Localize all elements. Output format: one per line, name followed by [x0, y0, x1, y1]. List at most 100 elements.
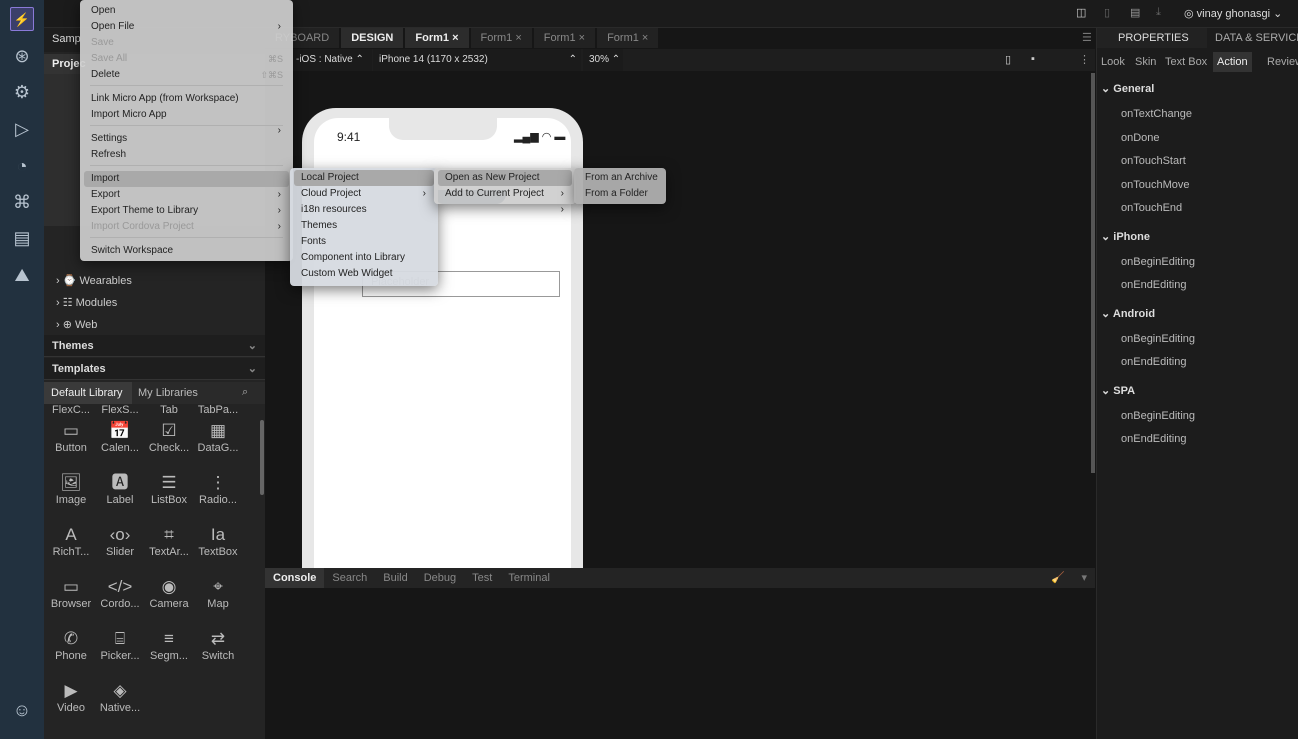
menu-item-themes[interactable]: Themes: [294, 218, 434, 234]
documents-icon[interactable]: ▤: [10, 226, 34, 250]
event-item[interactable]: onTextChange: [1121, 108, 1192, 120]
widget-item[interactable]: ‹o› Slider: [95, 524, 145, 558]
section-header[interactable]: ⌄ iPhone: [1101, 230, 1150, 243]
projects-icon[interactable]: ⊛: [10, 44, 34, 68]
tab-form1[interactable]: Form1 ×: [470, 28, 532, 48]
menu-item-from-a-folder[interactable]: From a Folder: [578, 186, 662, 202]
user-menu[interactable]: ◎ vinay ghonasgi ⌄: [1184, 7, 1282, 20]
tab-my-libraries[interactable]: My Libraries: [138, 387, 198, 399]
section-header[interactable]: ⌄ Android: [1101, 307, 1155, 320]
widget-item[interactable]: ☰ ListBox: [144, 472, 194, 506]
device-frame-icon[interactable]: ▪: [1031, 53, 1035, 65]
search-icon[interactable]: ⌕: [242, 386, 248, 399]
tree-item-web[interactable]: › ⊕ Web: [56, 318, 97, 331]
download-icon[interactable]: ⤓: [1156, 6, 1161, 19]
run-icon[interactable]: ▷: [10, 117, 34, 141]
widget-item[interactable]: ◈ Native...: [95, 680, 145, 714]
widget-item[interactable]: A RichT...: [46, 524, 96, 558]
event-item[interactable]: onTouchStart: [1121, 155, 1186, 167]
device-select[interactable]: iPhone 14 (1170 x 2532) ⌃: [373, 49, 581, 71]
tab-form1[interactable]: Form1 ×: [533, 28, 596, 48]
widget-item[interactable]: TabPa...: [193, 404, 243, 416]
menu-item-component-into-library[interactable]: Component into Library: [294, 250, 434, 266]
tab-build[interactable]: Build: [375, 568, 415, 588]
section-header[interactable]: ⌄ General: [1101, 82, 1154, 95]
event-item[interactable]: onDone: [1121, 132, 1160, 144]
subtab-skin[interactable]: Skin: [1131, 52, 1160, 72]
widget-item[interactable]: ▭ Button: [46, 420, 96, 454]
widget-item[interactable]: ☑ Check...: [144, 420, 194, 454]
tab-form1[interactable]: Form1 ×: [597, 28, 659, 48]
widget-item[interactable]: ▦ DataG...: [193, 420, 243, 454]
menu-item-fonts[interactable]: Fonts: [294, 234, 434, 250]
tree-item-wearables[interactable]: › ⌚ Wearables: [56, 274, 132, 287]
menu-item-refresh[interactable]: Refresh: [84, 147, 289, 163]
templates-section[interactable]: Templates ⌄: [44, 358, 265, 380]
menu-item-import-cordova-project[interactable]: Import Cordova Project: [84, 219, 289, 235]
menu-item-save-all[interactable]: Save All ⇧⌘S: [84, 51, 289, 80]
split-view-icon[interactable]: ◫: [1076, 6, 1086, 19]
subtab-text-box[interactable]: Text Box: [1161, 52, 1211, 72]
menu-item-delete[interactable]: Delete: [84, 67, 289, 83]
widget-item[interactable]: </> Cordo...: [95, 576, 145, 610]
widget-item[interactable]: 🅰 Label: [95, 472, 145, 506]
tree-item-modules[interactable]: › ☷ Modules: [56, 296, 117, 309]
widget-item[interactable]: FlexS...: [95, 404, 145, 416]
widget-item[interactable]: FlexC...: [46, 404, 96, 416]
clear-icon[interactable]: 🧹: [1051, 571, 1065, 584]
widget-item[interactable]: ▶ Video: [46, 680, 96, 714]
menu-item-switch-workspace[interactable]: Switch Workspace: [84, 243, 289, 259]
subtab-look[interactable]: Look: [1097, 52, 1129, 72]
widget-item[interactable]: 📅 Calen...: [95, 420, 145, 454]
tab-design[interactable]: DESIGN: [341, 28, 404, 48]
menu-item-open-as-new-project[interactable]: Open as New Project ›: [438, 170, 572, 199]
tab-test[interactable]: Test: [464, 568, 500, 588]
menu-item-from-an-archive[interactable]: From an Archive: [578, 170, 662, 186]
event-item[interactable]: onEndEditing: [1121, 279, 1186, 291]
tab-terminal[interactable]: Terminal: [500, 568, 558, 588]
panel-resizer[interactable]: [1091, 73, 1095, 473]
widget-item[interactable]: ⇄ Switch: [193, 628, 243, 662]
project-tab[interactable]: Samp: [52, 33, 81, 45]
subtab-action[interactable]: Action: [1213, 52, 1252, 72]
event-item[interactable]: onBeginEditing: [1121, 410, 1195, 422]
section-header[interactable]: ⌄ SPA: [1101, 384, 1135, 397]
portrait-icon[interactable]: ▯: [1005, 53, 1011, 66]
widget-item[interactable]: ⌸ Picker...: [95, 628, 145, 662]
event-item[interactable]: onTouchEnd: [1121, 202, 1182, 214]
widget-item[interactable]: ✆ Phone: [46, 628, 96, 662]
event-item[interactable]: onEndEditing: [1121, 356, 1186, 368]
event-item[interactable]: onBeginEditing: [1121, 333, 1195, 345]
tab-console[interactable]: Console: [265, 568, 325, 588]
menu-item-open[interactable]: Open ›: [84, 3, 289, 32]
tab-search[interactable]: Search: [324, 568, 375, 588]
menu-item-i18n-resources[interactable]: i18n resources: [294, 202, 434, 218]
performance-icon[interactable]: ◔: [10, 154, 34, 178]
menu-item-import[interactable]: Import ›: [84, 171, 289, 200]
mobile-icon[interactable]: ▯: [1104, 6, 1110, 19]
tab-form1[interactable]: Form1 ×: [405, 28, 469, 48]
menu-item-export[interactable]: Export ›: [84, 187, 289, 216]
cloud-icon[interactable]: ⛰: [10, 263, 34, 287]
tab-data-services[interactable]: DATA & SERVICE: [1215, 28, 1298, 48]
widget-item[interactable]: ⋮ Radio...: [193, 472, 243, 506]
menu-item-save[interactable]: Save ⌘S: [84, 35, 289, 64]
feedback-icon[interactable]: ☺: [10, 698, 34, 722]
tablet-icon[interactable]: ▤: [1130, 6, 1140, 19]
widget-item[interactable]: ▭ Browser: [46, 576, 96, 610]
menu-item-settings[interactable]: Settings: [84, 131, 289, 147]
menu-item-open-file[interactable]: Open File: [84, 19, 289, 35]
tab-debug[interactable]: Debug: [416, 568, 464, 588]
event-item[interactable]: onTouchMove: [1121, 179, 1190, 191]
menu-item-cloud-project[interactable]: Cloud Project: [294, 186, 434, 202]
collapse-icon[interactable]: ▾: [1081, 571, 1087, 584]
widget-item[interactable]: 🖼 Image: [46, 472, 96, 506]
widget-item[interactable]: ⌗ TextAr...: [144, 524, 194, 558]
integration-icon[interactable]: ⌘: [10, 190, 34, 214]
widgets-scrollbar[interactable]: [260, 420, 264, 495]
event-item[interactable]: onEndEditing: [1121, 433, 1186, 445]
widget-item[interactable]: ≡ Segm...: [144, 628, 194, 662]
settings-icon[interactable]: ⚙: [10, 80, 34, 104]
subtab-review[interactable]: Review: [1263, 52, 1298, 72]
menu-item-local-project[interactable]: Local Project ›: [294, 170, 434, 199]
